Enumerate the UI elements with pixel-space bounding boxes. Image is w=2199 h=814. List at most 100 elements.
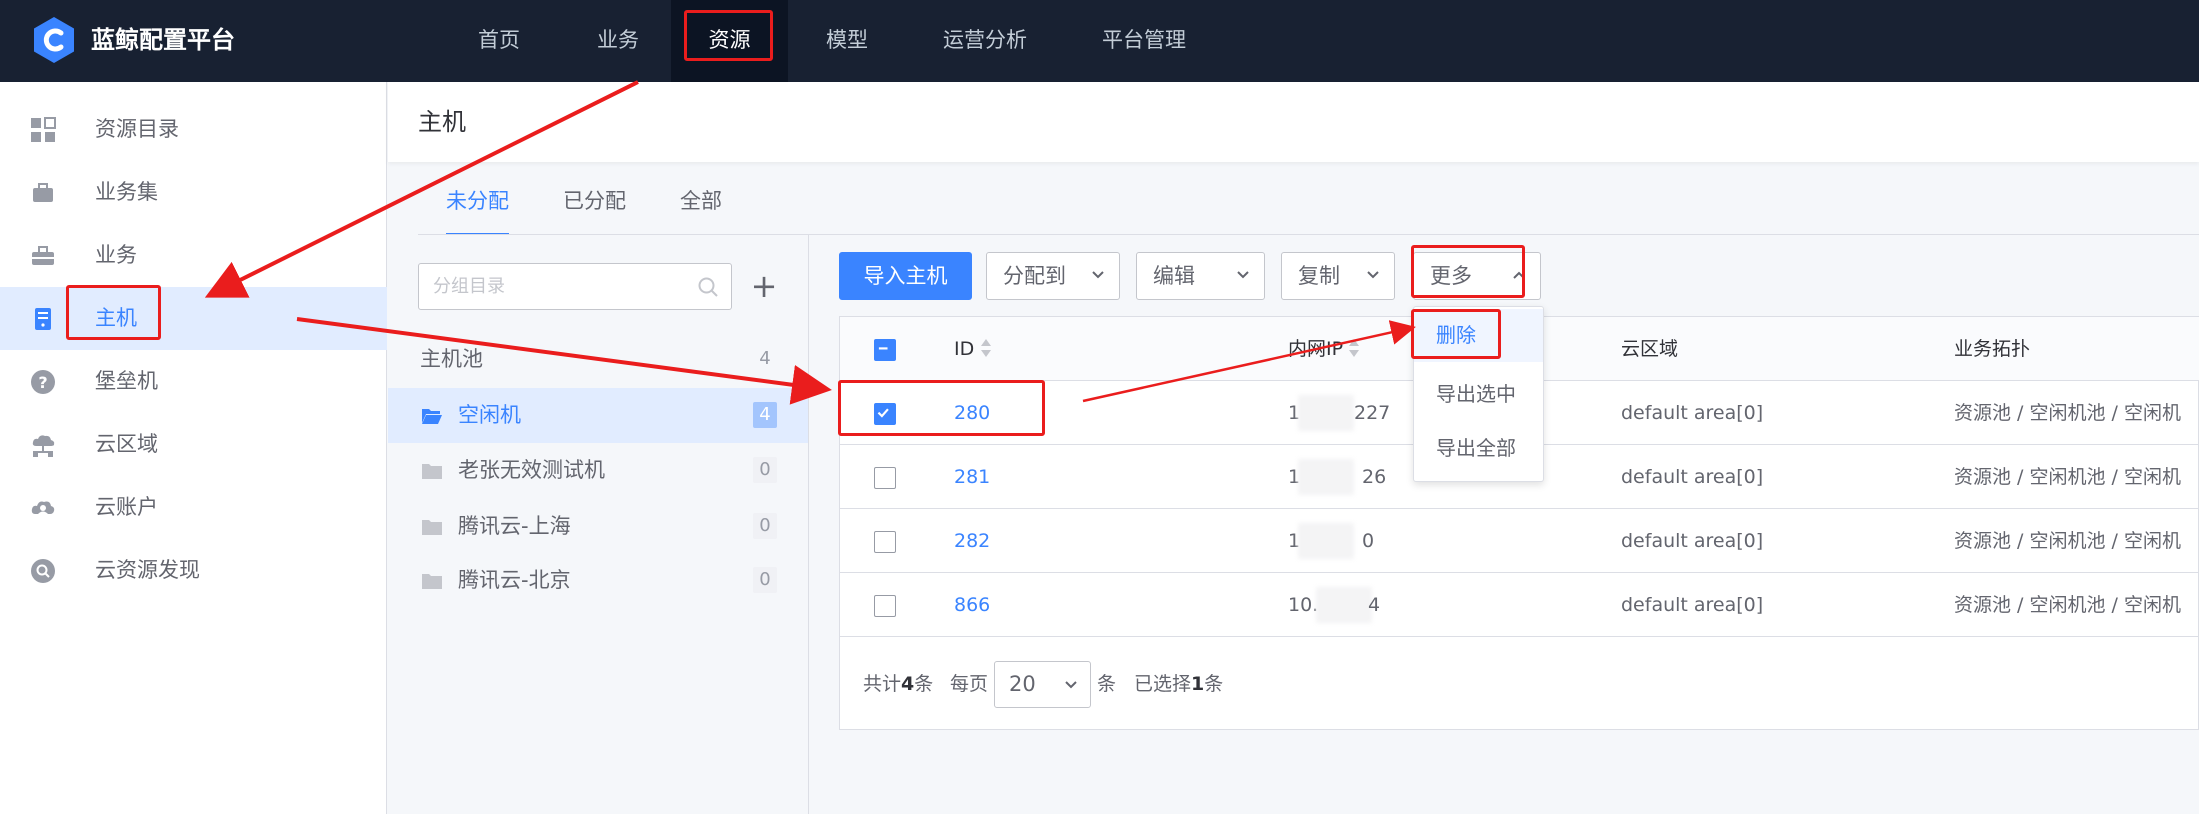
row-checkbox[interactable] bbox=[874, 531, 896, 553]
tab-all[interactable]: 全部 bbox=[680, 178, 722, 236]
per-page-suffix: 条 bbox=[1097, 673, 1117, 695]
group-count: 0 bbox=[753, 567, 777, 593]
search-icon[interactable] bbox=[697, 276, 719, 298]
sort-icon[interactable] bbox=[980, 337, 992, 359]
sidebar-item-label: 业务集 bbox=[95, 180, 158, 204]
ip-redaction bbox=[1298, 395, 1354, 431]
host-id-link[interactable]: 866 bbox=[954, 573, 990, 637]
question-icon: ? bbox=[31, 370, 55, 394]
sidebar-item-label: 业务 bbox=[95, 243, 137, 267]
group-name: 老张无效测试机 bbox=[458, 458, 605, 482]
row-checkbox[interactable] bbox=[874, 595, 896, 617]
group-name: 腾讯云-北京 bbox=[458, 568, 571, 592]
toolbox-icon bbox=[32, 246, 54, 265]
row-checkbox[interactable] bbox=[874, 467, 896, 489]
app-title[interactable]: 蓝鲸配置平台 bbox=[91, 22, 235, 58]
nav-model[interactable]: 模型 bbox=[806, 0, 888, 82]
host-ip-prefix: 10. bbox=[1288, 594, 1319, 616]
group-item-test[interactable]: 老张无效测试机 0 bbox=[388, 443, 808, 498]
sidebar-item-resource-catalog[interactable]: 资源目录 bbox=[0, 98, 387, 161]
group-item-host-pool[interactable]: 主机池 4 bbox=[388, 332, 808, 387]
group-search-input[interactable]: 分组目录 bbox=[418, 263, 732, 310]
table-row[interactable]: 866 10. 4 default area[0] 资源池 / 空闲机池 / 空… bbox=[840, 573, 2199, 637]
nav-business[interactable]: 业务 bbox=[577, 0, 659, 82]
sidebar-item-business[interactable]: 业务 bbox=[0, 224, 387, 287]
import-host-button[interactable]: 导入主机 bbox=[839, 252, 972, 300]
chevron-down-icon bbox=[1367, 271, 1379, 279]
group-count: 0 bbox=[753, 513, 777, 539]
app-logo-icon[interactable] bbox=[32, 16, 76, 64]
folder-icon bbox=[422, 574, 442, 589]
add-group-button[interactable]: + bbox=[750, 268, 778, 304]
sort-icon[interactable] bbox=[1348, 337, 1360, 359]
assign-to-label: 分配到 bbox=[1003, 264, 1066, 288]
nav-analysis[interactable]: 运营分析 bbox=[925, 0, 1045, 82]
group-item-tencent-beijing[interactable]: 腾讯云-北京 0 bbox=[388, 553, 808, 608]
group-item-tencent-shanghai[interactable]: 腾讯云-上海 0 bbox=[388, 499, 808, 554]
annotation-box bbox=[1411, 245, 1525, 298]
host-id-link[interactable]: 282 bbox=[954, 509, 990, 573]
chevron-down-icon bbox=[1065, 681, 1077, 689]
nav-platform-admin[interactable]: 平台管理 bbox=[1088, 0, 1200, 82]
edit-button[interactable]: 编辑 bbox=[1136, 252, 1265, 300]
chevron-down-icon bbox=[1092, 271, 1104, 279]
sidebar-item-cloud-account[interactable]: 云账户 bbox=[0, 476, 387, 539]
sidebar-item-cloud-area[interactable]: 云区域 bbox=[0, 413, 387, 476]
column-id[interactable]: ID bbox=[954, 317, 974, 381]
host-ip-suffix: 0 bbox=[1362, 530, 1375, 552]
sidebar-item-cloud-discovery[interactable]: 云资源发现 bbox=[0, 539, 387, 602]
annotation-box bbox=[838, 380, 1045, 436]
sidebar-item-label: 资源目录 bbox=[95, 117, 179, 141]
sidebar-item-label: 堡垒机 bbox=[95, 369, 158, 393]
discover-icon bbox=[31, 559, 55, 583]
tab-assigned[interactable]: 已分配 bbox=[563, 178, 626, 236]
column-ip[interactable]: 内网IP bbox=[1288, 317, 1343, 381]
host-ip-suffix: 4 bbox=[1368, 594, 1381, 616]
grid-icon bbox=[31, 117, 56, 142]
total-count: 共计4条 bbox=[863, 673, 934, 695]
cloud-network-icon bbox=[32, 435, 55, 457]
page-size-select[interactable]: 20 bbox=[994, 661, 1091, 708]
sidebar: 资源目录 业务集 业务 主机 ? 堡垒机 云区域 云账户 云资源发现 bbox=[0, 82, 387, 814]
ip-redaction bbox=[1298, 459, 1354, 495]
minus-icon bbox=[878, 347, 888, 350]
table-row[interactable]: 282 1 0 default area[0] 资源池 / 空闲机池 / 空闲机 bbox=[840, 509, 2199, 573]
briefcase-icon bbox=[33, 183, 53, 202]
sidebar-item-business-set[interactable]: 业务集 bbox=[0, 161, 387, 224]
group-item-idle[interactable]: 空闲机 4 bbox=[388, 388, 808, 443]
sidebar-item-label: 云账户 bbox=[95, 495, 158, 519]
folder-icon bbox=[422, 520, 442, 535]
group-count: 0 bbox=[753, 457, 777, 483]
tab-unassigned[interactable]: 未分配 bbox=[446, 178, 509, 236]
host-cloud-area: default area[0] bbox=[1621, 402, 1764, 424]
column-topology: 业务拓扑 bbox=[1954, 338, 2031, 360]
group-search-placeholder: 分组目录 bbox=[433, 276, 505, 297]
host-id-link[interactable]: 281 bbox=[954, 445, 990, 509]
host-topology: 资源池 / 空闲机池 / 空闲机 bbox=[1954, 530, 2181, 552]
menu-item-export-selected[interactable]: 导出选中 bbox=[1414, 368, 1543, 421]
host-cloud-area: default area[0] bbox=[1621, 594, 1764, 616]
host-ip-suffix: 227 bbox=[1354, 402, 1391, 424]
ip-redaction bbox=[1316, 587, 1372, 623]
cloud-account-icon bbox=[31, 501, 55, 514]
pagination: 共计4条 每页 20 条 已选择1条 bbox=[840, 639, 2199, 729]
svg-text:?: ? bbox=[38, 373, 47, 392]
menu-item-export-all[interactable]: 导出全部 bbox=[1414, 422, 1543, 475]
copy-label: 复制 bbox=[1298, 264, 1340, 288]
annotation-box bbox=[66, 285, 161, 340]
chevron-down-icon bbox=[1237, 271, 1249, 279]
assign-to-button[interactable]: 分配到 bbox=[986, 252, 1120, 300]
sidebar-item-label: 云资源发现 bbox=[95, 558, 200, 582]
page-title: 主机 bbox=[418, 108, 466, 136]
copy-button[interactable]: 复制 bbox=[1281, 252, 1395, 300]
host-icon bbox=[35, 308, 51, 330]
sidebar-item-bastion[interactable]: ? 堡垒机 bbox=[0, 350, 387, 413]
nav-home[interactable]: 首页 bbox=[458, 0, 540, 82]
host-topology: 资源池 / 空闲机池 / 空闲机 bbox=[1954, 402, 2181, 424]
group-count: 4 bbox=[753, 402, 777, 428]
sidebar-item-host[interactable]: 主机 bbox=[0, 287, 387, 350]
host-cloud-area: default area[0] bbox=[1621, 466, 1764, 488]
group-count: 4 bbox=[759, 348, 771, 369]
select-all-checkbox[interactable] bbox=[874, 339, 896, 361]
group-name: 腾讯云-上海 bbox=[458, 514, 571, 538]
